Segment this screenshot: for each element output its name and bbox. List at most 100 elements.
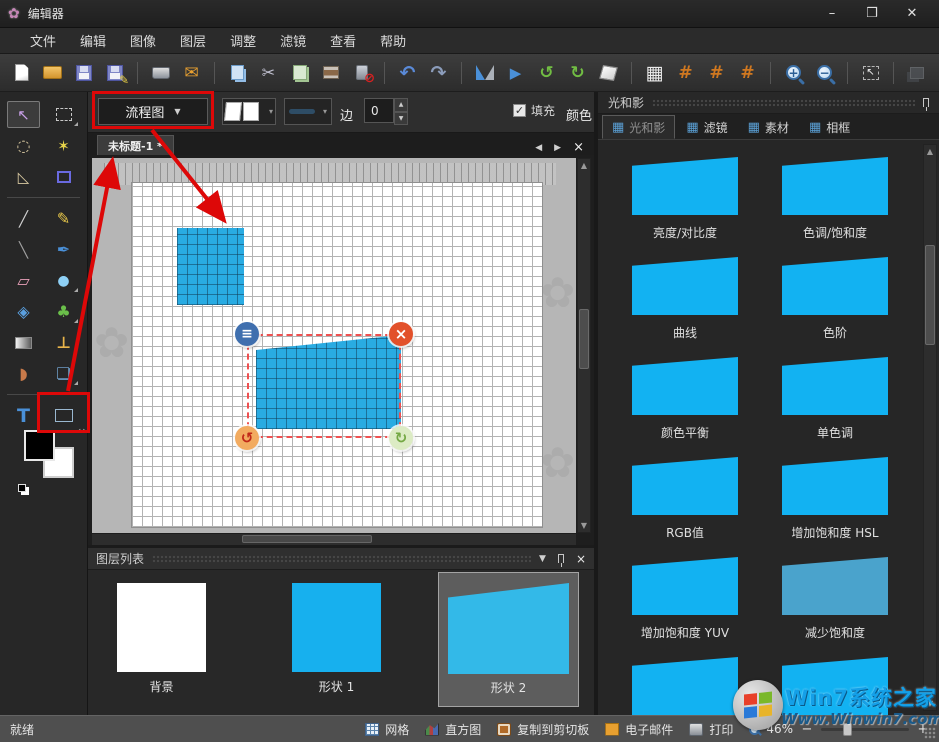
menu-layer[interactable]: 图层 <box>168 27 218 54</box>
menu-help[interactable]: 帮助 <box>368 27 418 54</box>
fill-checkbox[interactable]: ✓ <box>513 104 526 117</box>
layer-shape-1[interactable]: 形状 1 <box>292 583 381 695</box>
zoom-out-icon[interactable]: − <box>801 722 813 737</box>
snap-grid-3-button[interactable]: # <box>734 59 761 87</box>
save-button[interactable] <box>70 59 97 87</box>
menu-edit[interactable]: 编辑 <box>68 27 118 54</box>
item-partial-1[interactable] <box>610 651 760 715</box>
tab-filters[interactable]: ▦ 滤镜 <box>677 115 736 139</box>
status-histogram[interactable]: 直方图 <box>425 721 481 738</box>
pin-icon[interactable] <box>558 554 564 563</box>
gradient-tool[interactable] <box>7 329 40 356</box>
minimize-button[interactable]: – <box>819 6 845 21</box>
document-canvas[interactable]: ≡ × ↺ ↻ <box>131 182 543 528</box>
status-grid[interactable]: 网格 <box>365 721 409 738</box>
zoom-in-button[interactable]: + <box>780 59 807 87</box>
zoom-out-button[interactable]: − <box>811 59 838 87</box>
delete-handle[interactable]: × <box>389 322 413 346</box>
pencil-tool[interactable]: ✎ <box>47 205 80 232</box>
foreground-color-swatch[interactable] <box>24 430 55 461</box>
menu-view[interactable]: 查看 <box>318 27 368 54</box>
item-increase-saturation-yuv[interactable]: 增加饱和度 YUV <box>610 551 760 651</box>
layer-shape-2-selected[interactable]: 形状 2 <box>438 572 579 707</box>
lasso-tool[interactable]: ◌ <box>7 132 40 159</box>
blur-drop-tool[interactable]: ● <box>47 267 80 294</box>
canvas-shape-1[interactable] <box>177 228 244 305</box>
magic-wand-tool[interactable]: ✶ <box>47 132 80 159</box>
eraser-tool[interactable]: ▱ <box>7 267 40 294</box>
item-color-balance[interactable]: 颜色平衡 <box>610 351 760 451</box>
save-image-button[interactable] <box>317 59 344 87</box>
scrollbar-thumb[interactable] <box>925 245 935 345</box>
snap-grid-2-button[interactable]: # <box>703 59 730 87</box>
resize-grip[interactable] <box>924 727 936 739</box>
marquee-tool[interactable] <box>47 101 80 128</box>
new-file-button[interactable] <box>8 59 35 87</box>
open-file-button[interactable] <box>39 59 66 87</box>
copy-button[interactable] <box>224 59 251 87</box>
item-brightness-contrast[interactable]: 亮度/对比度 <box>610 151 760 251</box>
canvas-vertical-scrollbar[interactable]: ▲ ▼ <box>577 158 591 533</box>
close-panel-icon[interactable]: × <box>576 552 586 566</box>
tree-tool[interactable]: ♣ <box>47 298 80 325</box>
delete-button[interactable] <box>348 59 375 87</box>
item-decrease-saturation[interactable]: 减少饱和度 <box>760 551 910 651</box>
item-increase-saturation-hsl[interactable]: 增加饱和度 HSL <box>760 451 910 551</box>
swap-colors-icon[interactable]: ↔ <box>78 426 86 437</box>
grid-window-button[interactable]: ▦ <box>641 59 668 87</box>
brush-tool[interactable]: ✒ <box>47 236 80 263</box>
tab-light-and-shadow[interactable]: ▦ 光和影 <box>602 115 675 139</box>
item-partial-2[interactable] <box>760 651 910 715</box>
ungroup-button[interactable] <box>934 59 939 87</box>
scrollbar-thumb[interactable] <box>579 309 589 369</box>
panel-vertical-scrollbar[interactable]: ▲ ▼ <box>923 144 937 711</box>
status-copy-to-clipboard[interactable]: 复制到剪切板 <box>497 721 589 738</box>
select-region-button[interactable]: ↖ <box>857 59 884 87</box>
line-style-picker[interactable]: ▾ <box>284 98 332 125</box>
text-tool[interactable]: T <box>7 402 40 429</box>
menu-image[interactable]: 图像 <box>118 27 168 54</box>
canvas-horizontal-scrollbar[interactable] <box>92 534 576 545</box>
smudge-tool[interactable]: ◗ <box>7 360 40 387</box>
move-handle[interactable]: ≡ <box>235 322 259 346</box>
edge-width-input[interactable] <box>364 98 394 123</box>
maximize-button[interactable]: ❒ <box>859 6 885 21</box>
tab-materials[interactable]: ▦ 素材 <box>739 115 798 139</box>
undo-button[interactable]: ↶ <box>394 59 421 87</box>
snap-grid-1-button[interactable]: # <box>672 59 699 87</box>
item-levels[interactable]: 色阶 <box>760 251 910 351</box>
tab-frames[interactable]: ▦ 相框 <box>800 115 859 139</box>
paste-button[interactable] <box>286 59 313 87</box>
menu-filter[interactable]: 滤镜 <box>268 27 318 54</box>
item-hue-saturation[interactable]: 色调/饱和度 <box>760 151 910 251</box>
rotate-left-button[interactable]: ↺ <box>533 59 560 87</box>
menu-adjust[interactable]: 调整 <box>218 27 268 54</box>
layer-background[interactable]: 背景 <box>117 583 206 695</box>
close-button[interactable]: ✕ <box>899 6 925 21</box>
email-button[interactable]: ✉ <box>178 59 205 87</box>
select-tool[interactable]: ↖ <box>7 101 40 128</box>
shape-tool[interactable] <box>47 402 80 429</box>
redo-button[interactable]: ↷ <box>425 59 452 87</box>
document-tab[interactable]: 未标题-1 * <box>97 135 174 155</box>
zoom-slider-thumb[interactable] <box>843 723 852 736</box>
flip-vertical-button[interactable]: ▶ <box>502 59 529 87</box>
polygon-lasso-tool[interactable]: ◺ <box>7 163 40 190</box>
item-monotone[interactable]: 单色调 <box>760 351 910 451</box>
spinner-up-icon[interactable]: ▲ <box>394 98 408 112</box>
status-email[interactable]: 电子邮件 <box>605 721 673 738</box>
cut-button[interactable]: ✂ <box>255 59 282 87</box>
status-zoom-level[interactable]: 46% <box>749 722 793 736</box>
save-as-button[interactable] <box>101 59 128 87</box>
pin-icon[interactable] <box>923 98 929 107</box>
status-print[interactable]: 打印 <box>689 721 733 738</box>
shape-type-dropdown[interactable]: 流程图 ▼ <box>98 98 208 125</box>
zoom-slider-track[interactable] <box>821 728 909 731</box>
scroll-down-icon[interactable]: ▼ <box>578 521 590 530</box>
shape-style-picker[interactable]: ▾ <box>222 98 276 125</box>
line-tool[interactable]: ╲ <box>7 236 40 263</box>
fill-tool[interactable]: ◈ <box>7 298 40 325</box>
free-transform-button[interactable] <box>595 59 622 87</box>
group-button[interactable] <box>903 59 930 87</box>
flip-horizontal-button[interactable] <box>471 59 498 87</box>
